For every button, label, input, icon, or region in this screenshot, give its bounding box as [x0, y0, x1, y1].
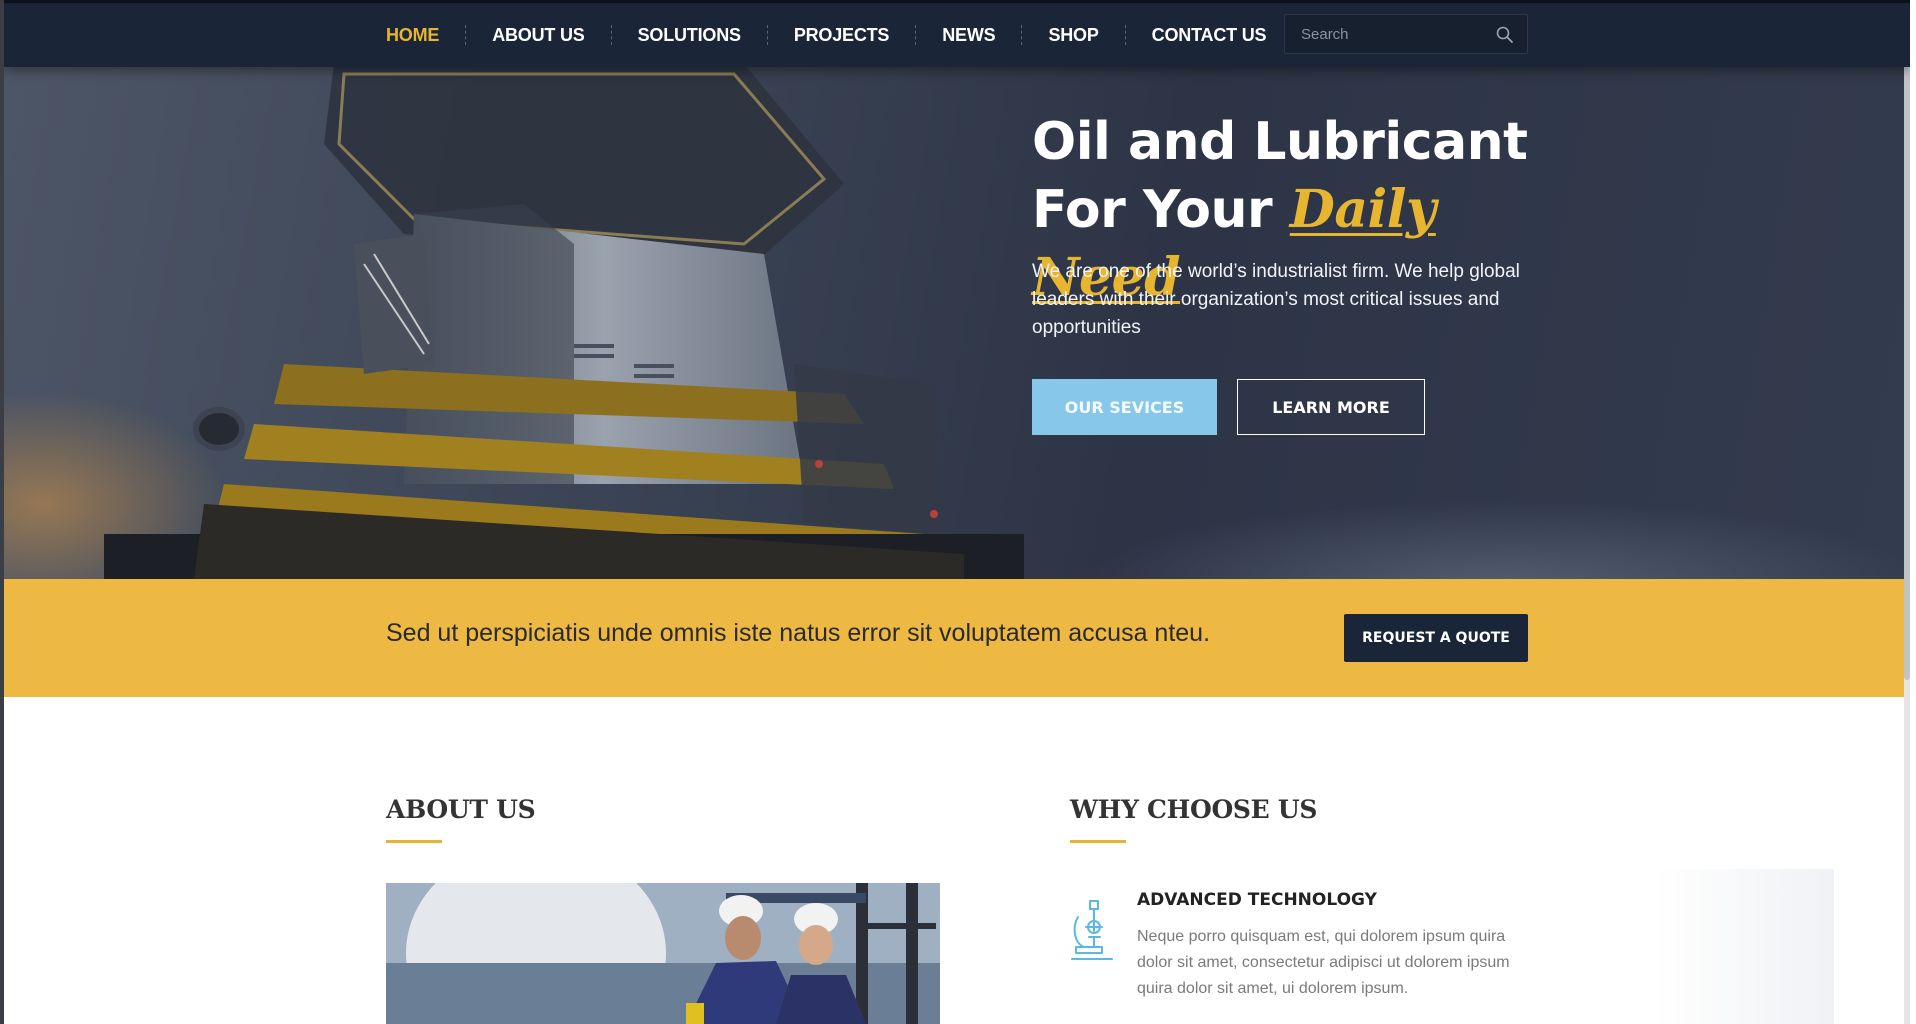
scrollbar-thumb[interactable] [1904, 0, 1910, 680]
feature-description: Neque porro quisquam est, qui dolorem ip… [1137, 928, 1510, 997]
nav-divider [915, 25, 917, 45]
workers-image [386, 883, 940, 1024]
search-input[interactable] [1285, 25, 1485, 43]
quote-band: Sed ut perspiciatis unde omnis iste natu… [4, 579, 1910, 697]
nav-item-home[interactable]: HOME [386, 25, 439, 46]
nav-divider [1124, 25, 1126, 45]
background-watermark [1654, 869, 1834, 1024]
nav-divider [465, 25, 467, 45]
nav-item-solutions[interactable]: SOLUTIONS [638, 25, 741, 46]
main-nav: HOME ABOUT US SOLUTIONS PROJECTS NEWS SH… [386, 3, 1267, 67]
nav-divider [610, 25, 612, 45]
search-icon[interactable] [1495, 25, 1515, 45]
hero-title-line1: Oil and Lubricant [1032, 112, 1528, 172]
learn-more-button[interactable]: LEARN MORE [1237, 379, 1425, 435]
about-us-heading: ABOUT US [386, 795, 536, 824]
hero-description: We are one of the world’s industrialist … [1032, 261, 1520, 338]
about-us-underline [386, 840, 442, 843]
nav-item-contact-us[interactable]: CONTACT US [1152, 25, 1267, 46]
page: HOME ABOUT US SOLUTIONS PROJECTS NEWS SH… [4, 0, 1910, 1024]
why-choose-us-heading: WHY CHOOSE US [1070, 795, 1318, 824]
nav-divider [1021, 25, 1023, 45]
our-services-button[interactable]: OUR SEVICES [1032, 379, 1217, 435]
search-box [1284, 14, 1528, 54]
top-navigation-bar: HOME ABOUT US SOLUTIONS PROJECTS NEWS SH… [4, 0, 1910, 67]
nav-item-news[interactable]: NEWS [942, 25, 995, 46]
why-choose-us-underline [1070, 840, 1126, 843]
oil-rig-image [104, 64, 1024, 579]
microscope-icon [1071, 900, 1113, 960]
nav-divider [766, 25, 768, 45]
content-section: ABOUT US WHY CHOOSE US ADVANCED TECHNOLO… [4, 697, 1910, 1024]
request-quote-button[interactable]: REQUEST A QUOTE [1344, 614, 1528, 662]
quote-band-text: Sed ut perspiciatis unde omnis iste natu… [386, 619, 1211, 647]
page-scrollbar[interactable] [1904, 0, 1910, 1024]
nav-item-about-us[interactable]: ABOUT US [492, 25, 585, 46]
nav-item-projects[interactable]: PROJECTS [794, 25, 890, 46]
feature-title: ADVANCED TECHNOLOGY [1137, 890, 1377, 910]
nav-item-shop[interactable]: SHOP [1048, 25, 1098, 46]
hero-banner: Oil and Lubricant For Your Daily Need We… [4, 64, 1910, 579]
hero-title-line2-prefix: For Your [1032, 180, 1290, 240]
